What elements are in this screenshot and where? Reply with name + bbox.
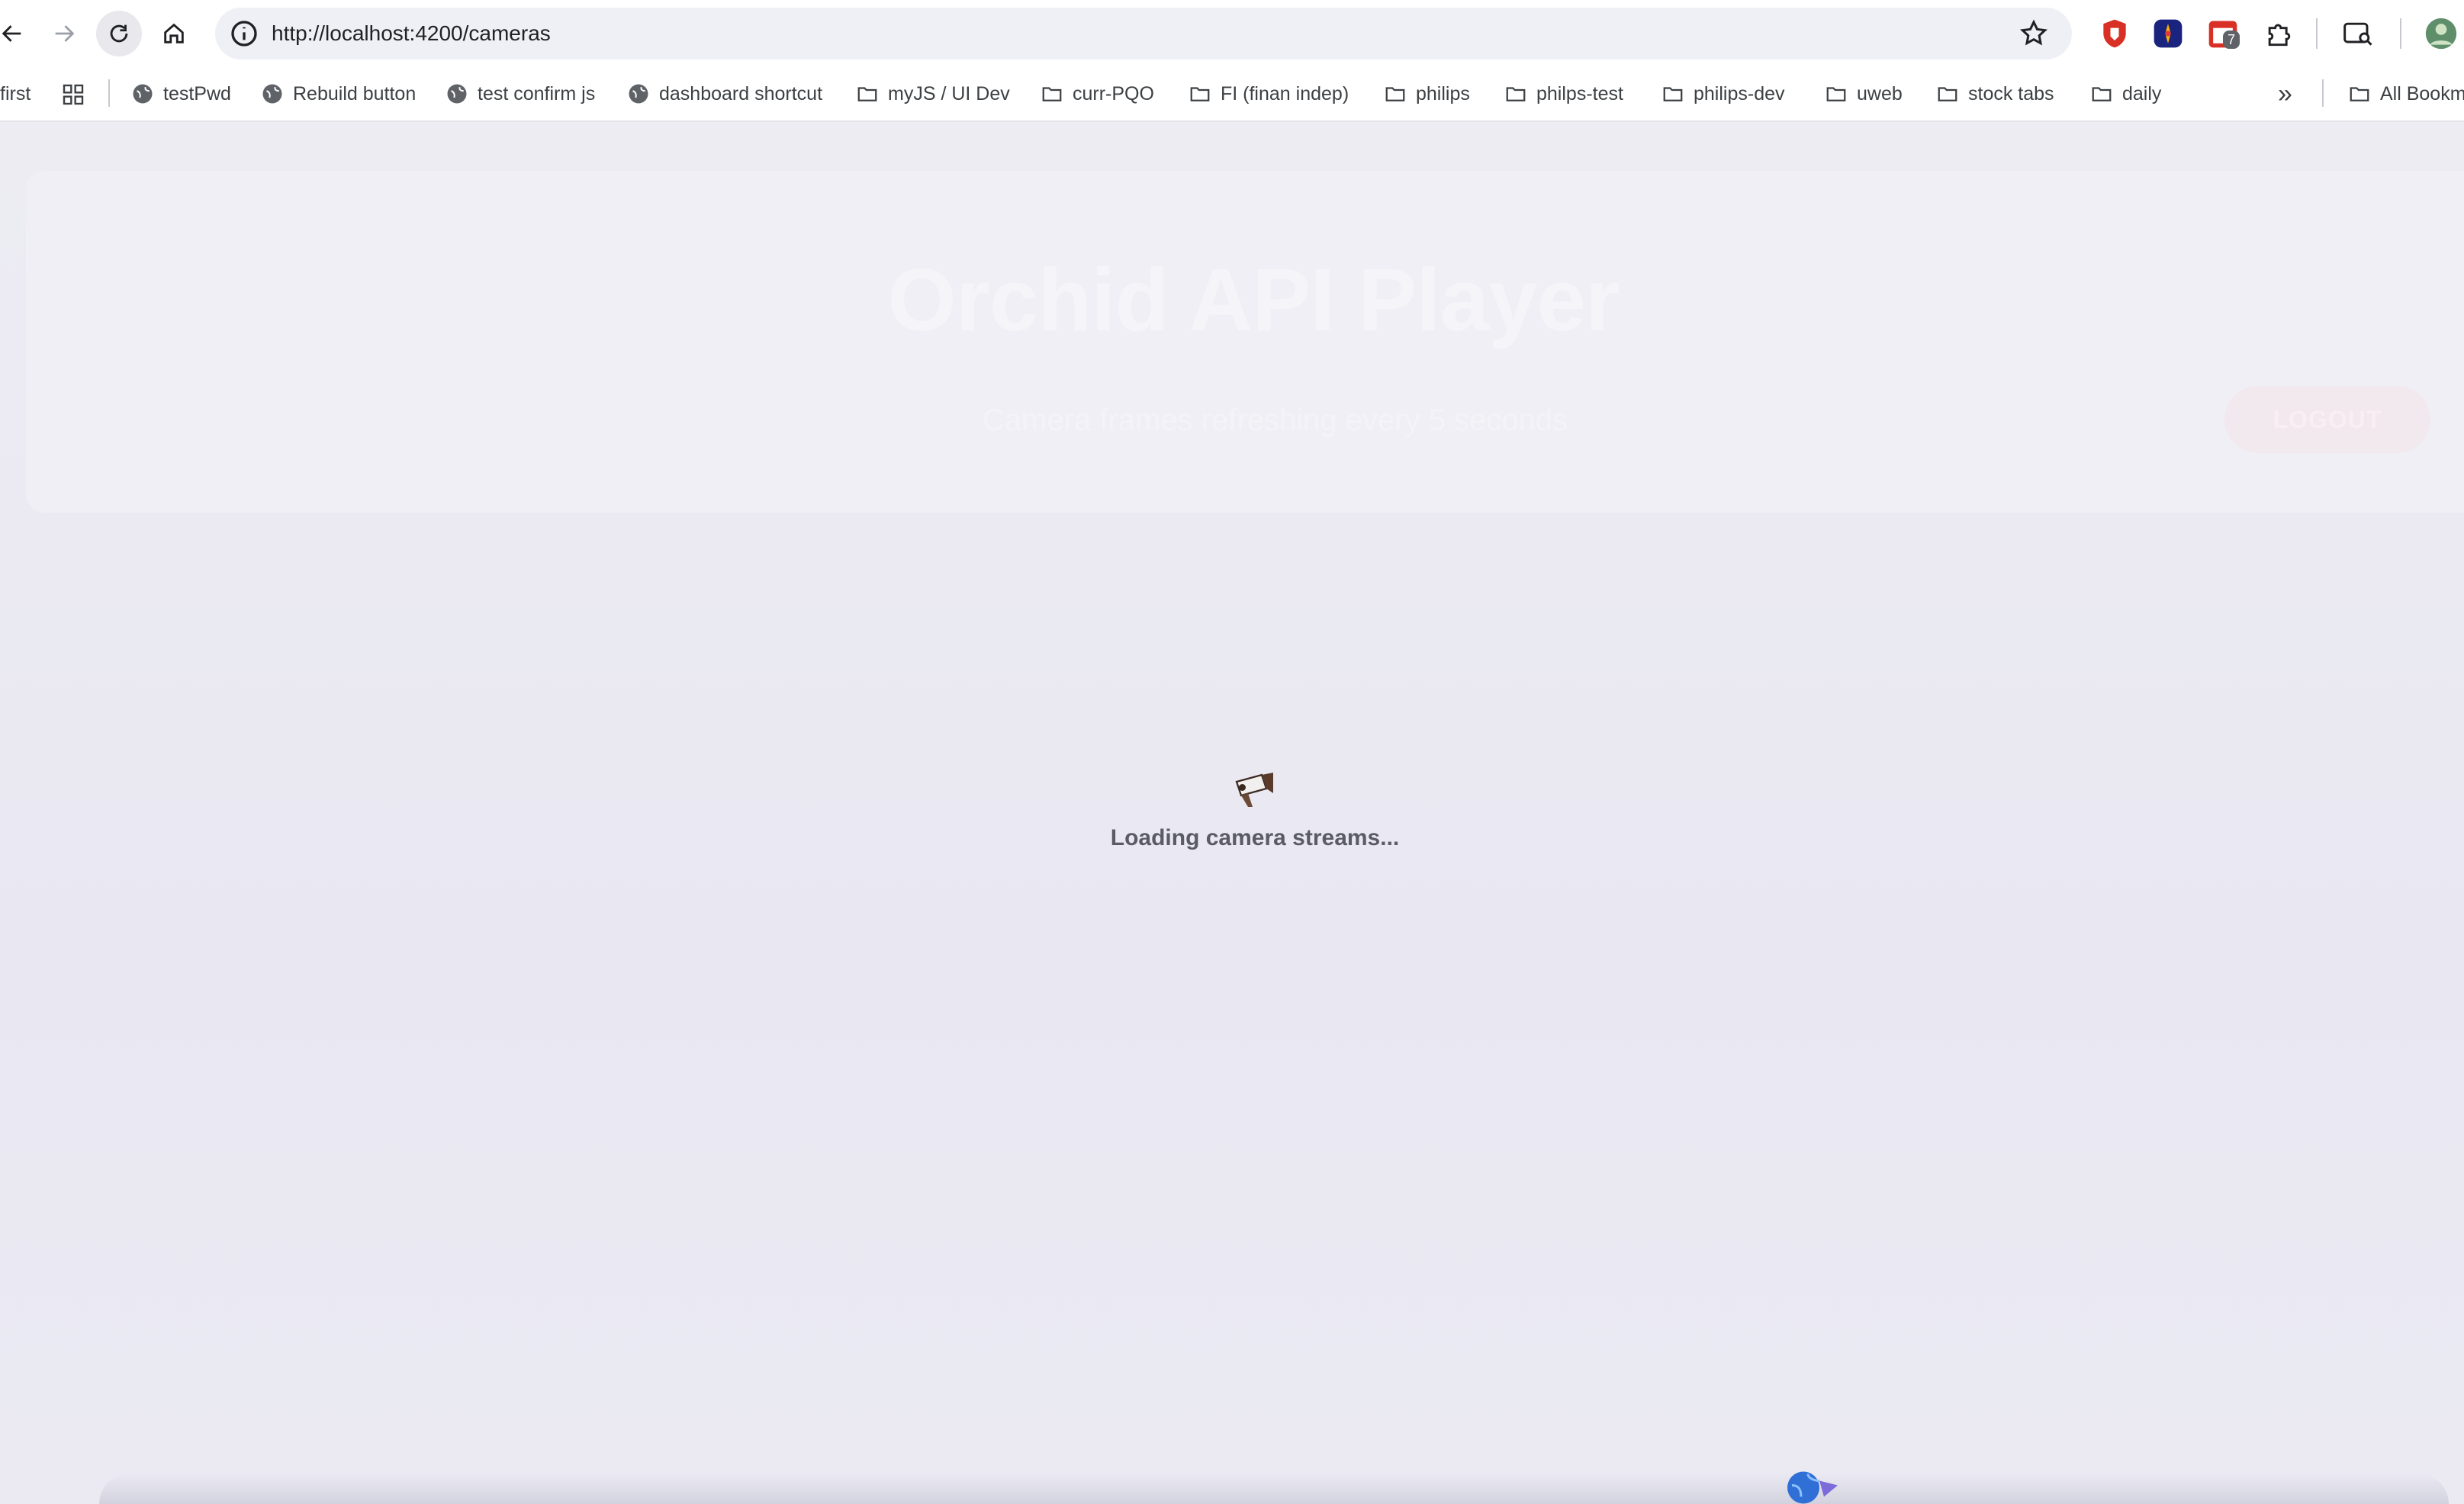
address-bar[interactable]: http://localhost:4200/cameras <box>215 8 2072 59</box>
reload-icon <box>110 24 128 43</box>
bookmark-folder-curr-pqo[interactable]: curr-PQO <box>1041 67 1154 121</box>
bookmark-label: myJS / UI Dev <box>888 82 1010 104</box>
page-title: Orchid API Player <box>887 250 1620 349</box>
extension-shield-icon[interactable] <box>2098 17 2131 50</box>
forward-button[interactable] <box>41 11 87 56</box>
extension-calendar[interactable]: 7 <box>2206 17 2240 50</box>
extension-compass-icon[interactable] <box>2151 17 2185 50</box>
all-bookmarks-button[interactable]: All Bookm <box>2348 67 2464 121</box>
browser-toolbar: http://localhost:4200/cameras 7 <box>0 0 2464 67</box>
tab-search-icon[interactable] <box>2342 17 2376 50</box>
refresh-icon <box>944 410 963 430</box>
folder-icon <box>1506 87 1526 101</box>
globe-icon <box>133 84 153 104</box>
bookmark-folder-philips[interactable]: philips <box>1384 67 1470 121</box>
bookmark-star-icon[interactable] <box>2018 18 2049 49</box>
bookmark-rebuild-button[interactable]: Rebuild button <box>261 67 416 121</box>
refresh-status-text: Camera frames refreshing every 5 seconds <box>983 403 1568 437</box>
bookmark-divider <box>2322 79 2324 107</box>
folder-icon <box>1663 87 1683 101</box>
folder-icon <box>1042 87 1062 101</box>
bookmark-label: FI (finan indep) <box>1221 82 1349 104</box>
bookmark-label: Rebuild button <box>293 82 417 104</box>
bookmark-folder-stock-tabs[interactable]: stock tabs <box>1936 67 2054 121</box>
bookmark-testpwd[interactable]: testPwd <box>131 67 231 121</box>
folder-icon <box>2350 87 2369 101</box>
puzzle-icon[interactable] <box>2263 17 2296 50</box>
profile-avatar-icon[interactable] <box>2424 17 2458 50</box>
bookmark-first[interactable]: first <box>0 67 31 121</box>
home-icon <box>164 23 184 43</box>
bookmark-label: testPwd <box>163 82 231 104</box>
bookmark-test-confirm-js[interactable]: test confirm js <box>446 67 595 121</box>
bookmark-label: philips <box>1416 82 1470 104</box>
floating-globe-icon[interactable] <box>1785 1469 1840 1504</box>
bookmark-divider <box>108 79 110 107</box>
folder-icon <box>2092 87 2112 101</box>
bookmark-label: daily <box>2122 82 2162 104</box>
globe-icon <box>447 84 467 104</box>
logout-button[interactable]: LOGOUT <box>2224 386 2430 453</box>
bookmark-label: stock tabs <box>1968 82 2054 104</box>
toolbar-divider <box>2316 18 2318 49</box>
bookmark-folder-philps-test[interactable]: philps-test <box>1504 67 1623 121</box>
arrow-left-icon <box>2 25 21 42</box>
bookmark-label: test confirm js <box>478 82 596 104</box>
toolbar-divider <box>2400 18 2401 49</box>
back-button[interactable] <box>0 11 35 56</box>
url-text[interactable]: http://localhost:4200/cameras <box>272 8 551 59</box>
bookmark-folder-uweb[interactable]: uweb <box>1825 67 1903 121</box>
more-bookmarks-button[interactable]: » <box>2278 67 2292 121</box>
bookmark-label: first <box>0 82 31 104</box>
folder-icon <box>1826 87 1846 101</box>
bookmark-folder-daily[interactable]: daily <box>2090 67 2161 121</box>
folder-icon <box>857 87 877 101</box>
refresh-status: Camera frames refreshing every 5 seconds <box>940 401 1568 439</box>
arrow-right-icon <box>55 25 75 42</box>
bookmark-label: curr-PQO <box>1073 82 1154 104</box>
bookmark-label: philps-test <box>1536 82 1623 104</box>
bookmark-label: philips-dev <box>1694 82 1785 104</box>
folder-icon <box>1190 87 1210 101</box>
security-camera-icon <box>1235 773 1273 807</box>
bookmarks-bar: first testPwd Rebuild button test confir… <box>0 67 2464 122</box>
bookmark-label: dashboard shortcut <box>659 82 823 104</box>
extension-badge: 7 <box>2223 31 2240 49</box>
folder-icon <box>1385 87 1405 101</box>
globe-icon <box>262 84 282 104</box>
loading-indicator: Loading camera streams... <box>1068 770 1442 851</box>
bookmark-folder-philips-dev[interactable]: philips-dev <box>1661 67 1785 121</box>
reload-button[interactable] <box>96 11 142 56</box>
bookmark-folder-fi[interactable]: FI (finan indep) <box>1189 67 1349 121</box>
globe-icon <box>629 84 648 104</box>
all-bookmarks-label: All Bookm <box>2380 82 2464 104</box>
folder-icon <box>1938 87 1957 101</box>
app-page: Orchid API Player Camera frames refreshi… <box>0 122 2464 1504</box>
bookmark-label: uweb <box>1857 82 1903 104</box>
site-info-icon[interactable] <box>229 18 259 49</box>
home-button[interactable] <box>151 11 197 56</box>
bookmark-folder-myjs[interactable]: myJS / UI Dev <box>856 67 1010 121</box>
apps-grid-icon[interactable] <box>61 82 85 107</box>
loading-text: Loading camera streams... <box>1110 825 1400 850</box>
bookmark-dashboard-shortcut[interactable]: dashboard shortcut <box>627 67 822 121</box>
bottom-panel-edge <box>99 1473 2449 1504</box>
